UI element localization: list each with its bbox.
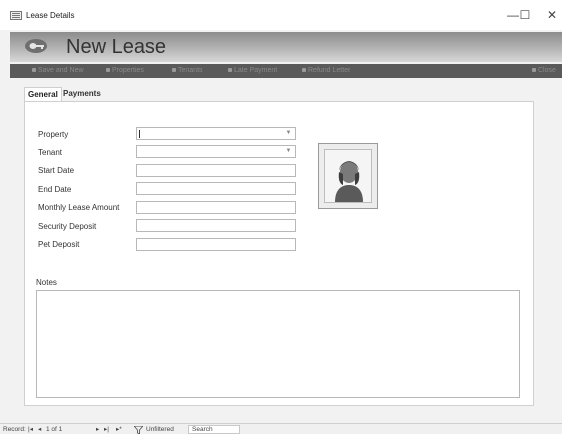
filter-status[interactable]: Unfiltered [146,426,174,434]
properties-icon [106,68,110,73]
monthly-lease-amount-field[interactable] [136,201,296,214]
notes-label: Notes [36,278,57,287]
save-and-new-button[interactable]: Save and New [32,66,84,76]
form-header: New Lease [10,32,562,62]
pet-deposit-label: Pet Deposit [38,240,80,249]
tenant-label: Tenant [38,148,63,157]
close-button[interactable]: ✕ [545,8,559,22]
end-date-field[interactable] [136,182,296,195]
last-record-button[interactable]: ▸| [104,426,109,434]
first-record-button[interactable]: |◂ [28,426,33,434]
chevron-down-icon[interactable]: ▼ [284,130,293,137]
refund-letter-label: Refund Letter [308,67,351,74]
tenant-combo[interactable]: ▼ [136,145,296,158]
late-payment-button[interactable]: Late Payment [228,66,277,76]
tab-general[interactable]: General [24,87,62,101]
chevron-down-icon[interactable]: ▼ [284,148,293,155]
start-date-field[interactable] [136,164,296,177]
record-navigation-bar: Record: |◂ ◂ 1 of 1 ▸ ▸| ▸* Unfiltered S… [0,423,562,434]
refund-letter-button[interactable]: Refund Letter [302,66,350,76]
key-icon [25,39,47,53]
late-payment-icon [228,68,232,73]
close-form-icon [532,68,536,73]
save-icon [32,68,36,73]
title-bar: Lease Details — ☐ ✕ [0,0,562,30]
properties-label: Properties [112,67,144,74]
refund-letter-icon [302,68,306,73]
security-deposit-field[interactable] [136,219,296,232]
text-caret [139,130,140,138]
record-search-input[interactable]: Search [188,425,240,434]
form-scroll-area[interactable] [546,80,562,408]
filter-icon[interactable] [133,425,144,434]
close-form-label: Close [538,67,556,74]
form-title: New Lease [66,36,167,58]
form-window-icon [10,11,22,20]
command-bar: Save and New Properties Tenants Late Pay… [10,64,562,78]
record-position[interactable]: 1 of 1 [46,426,62,434]
maximize-button[interactable]: ☐ [518,8,532,22]
start-date-label: Start Date [38,166,75,175]
pet-deposit-field[interactable] [136,238,296,251]
end-date-label: End Date [38,185,72,194]
property-label: Property [38,130,69,139]
photo-placeholder [324,149,372,203]
person-icon [335,161,363,202]
tenants-button[interactable]: Tenants [172,66,203,76]
tenants-icon [172,68,176,73]
record-label: Record: [3,426,26,433]
next-record-button[interactable]: ▸ [96,426,99,434]
tab-payments[interactable]: Payments [60,87,104,101]
late-payment-label: Late Payment [234,67,278,74]
property-combo[interactable]: ▼ [136,127,296,140]
previous-record-button[interactable]: ◂ [38,426,41,434]
notes-field[interactable] [36,290,520,398]
monthly-lease-amount-label: Monthly Lease Amount [38,203,120,212]
close-form-button[interactable]: Close [532,66,556,76]
properties-button[interactable]: Properties [106,66,144,76]
security-deposit-label: Security Deposit [38,222,97,231]
tenants-label: Tenants [178,67,203,74]
window-title: Lease Details [26,11,75,20]
save-and-new-label: Save and New [38,67,84,74]
tenant-photo[interactable] [318,143,378,209]
new-record-button[interactable]: ▸* [116,426,122,434]
